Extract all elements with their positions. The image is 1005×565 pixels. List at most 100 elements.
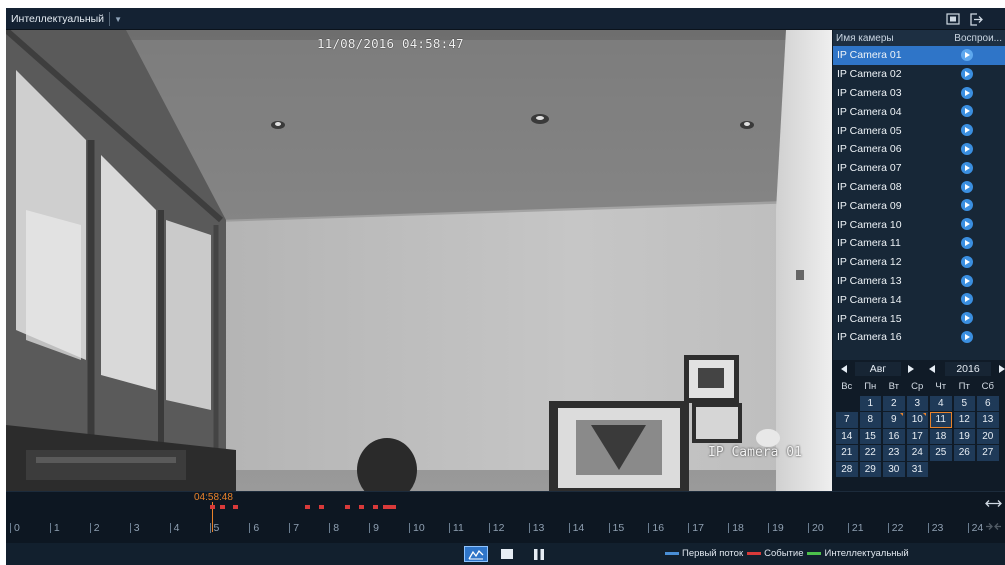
next-month-icon[interactable] [908, 365, 914, 373]
legend-swatch [807, 552, 822, 555]
play-icon[interactable] [961, 274, 973, 287]
calendar-day[interactable]: 12 [953, 412, 975, 428]
timeline-hour-label: 21 [847, 522, 864, 534]
play-icon[interactable] [961, 312, 973, 325]
prev-month-icon[interactable] [841, 365, 847, 373]
calendar-day[interactable]: 7 [836, 412, 858, 428]
calendar-day[interactable]: 26 [953, 445, 975, 461]
camera-row[interactable]: IP Camera 09 [833, 196, 1005, 215]
play-icon[interactable] [961, 236, 973, 249]
play-icon[interactable] [961, 330, 973, 343]
legend-swatch [747, 552, 762, 555]
calendar-day[interactable]: 3 [906, 395, 928, 411]
play-icon[interactable] [961, 124, 973, 137]
camera-row[interactable]: IP Camera 02 [833, 65, 1005, 84]
camera-row[interactable]: IP Camera 01 [833, 46, 1005, 65]
play-icon[interactable] [961, 105, 973, 118]
timeline-track[interactable]: 04:58:48 0 1 2 3 4 5 6 7 8 9 10 11 12 13 14 15 16 17 18 19 2… [6, 492, 983, 544]
camera-list: IP Camera 01 IP Camera 02 IP Camera 03 IP C… [833, 46, 1005, 347]
calendar-day[interactable]: 2 [883, 395, 905, 411]
column-header-camera-name: Имя камеры [836, 32, 894, 44]
camera-row[interactable]: IP Camera 08 [833, 178, 1005, 197]
camera-row[interactable]: IP Camera 16 [833, 328, 1005, 347]
camera-row[interactable]: IP Camera 03 [833, 84, 1005, 103]
calendar-day[interactable]: 22 [859, 445, 881, 461]
calendar-day[interactable]: 31 [906, 461, 928, 477]
zoom-out-icon[interactable] [985, 521, 1002, 532]
calendar-day[interactable]: 14 [836, 428, 858, 444]
play-icon[interactable] [961, 199, 973, 212]
calendar-day[interactable]: 20 [977, 428, 999, 444]
calendar-day[interactable]: 4 [930, 395, 952, 411]
calendar-day[interactable]: 6 [977, 395, 999, 411]
play-icon[interactable] [961, 67, 973, 80]
search-mode-dropdown[interactable]: Интеллектуальный ▼ [6, 8, 126, 30]
timeline-event-mark [319, 505, 325, 509]
camera-row[interactable]: IP Camera 10 [833, 215, 1005, 234]
timeline-hour-label: 12 [488, 522, 505, 534]
timeline-hour-label: 13 [528, 522, 545, 534]
play-icon[interactable] [961, 161, 973, 174]
column-header-playback: Воспрои... [954, 32, 1002, 44]
calendar-day[interactable]: 5 [953, 395, 975, 411]
camera-row[interactable]: IP Camera 07 [833, 159, 1005, 178]
play-icon[interactable] [961, 218, 973, 231]
timeline-event-mark [359, 505, 365, 509]
timeline-hour-label: 14 [568, 522, 585, 534]
camera-row[interactable]: IP Camera 11 [833, 234, 1005, 253]
weekday-label: Сб [981, 381, 994, 392]
calendar-day[interactable]: 19 [953, 428, 975, 444]
calendar-day[interactable]: 25 [930, 445, 952, 461]
play-icon[interactable] [961, 293, 973, 306]
camera-row[interactable]: IP Camera 12 [833, 253, 1005, 272]
camera-image [6, 30, 832, 491]
timeline-hour-label: 17 [688, 522, 704, 534]
calendar-day[interactable]: 13 [977, 412, 999, 428]
camera-row[interactable]: IP Camera 13 [833, 272, 1005, 291]
camera-row[interactable]: IP Camera 06 [833, 140, 1005, 159]
calendar-day[interactable]: 28 [836, 461, 858, 477]
calendar-day[interactable]: 29 [859, 461, 881, 477]
calendar: Авг 2016 Вс Пн Вт Ср Чт Пт Сб 1 2 3 4 5 6 7 8 9 10 11 12 13… [833, 360, 1005, 491]
legend-item: Интеллектуальный [807, 548, 909, 559]
timeline-graph-icon[interactable] [464, 546, 488, 562]
camera-name: IP Camera 04 [837, 105, 902, 118]
exit-icon[interactable] [968, 11, 984, 27]
next-year-icon[interactable] [999, 365, 1005, 373]
calendar-day[interactable]: 15 [859, 428, 881, 444]
camera-row[interactable]: IP Camera 04 [833, 102, 1005, 121]
calendar-day[interactable]: 10 [906, 412, 928, 428]
prev-year-icon[interactable] [929, 365, 935, 373]
calendar-day[interactable]: 24 [906, 445, 928, 461]
calendar-day[interactable]: 1 [859, 395, 881, 411]
timeline[interactable]: 04:58:48 0 1 2 3 4 5 6 7 8 9 10 11 12 13 14 15 16 17 18 19 2… [6, 491, 1005, 543]
calendar-day[interactable]: 21 [836, 445, 858, 461]
fullscreen-icon[interactable] [945, 11, 961, 27]
camera-row[interactable]: IP Camera 05 [833, 121, 1005, 140]
play-icon[interactable] [961, 49, 973, 61]
calendar-day[interactable]: 16 [883, 428, 905, 444]
video-playback-view[interactable]: 11/08/2016 04:58:47 IP Camera 01 [6, 30, 832, 491]
camera-name: IP Camera 02 [837, 68, 902, 81]
pause-icon[interactable] [527, 546, 551, 562]
stop-icon[interactable] [495, 546, 519, 562]
calendar-day[interactable]: 30 [883, 461, 905, 477]
calendar-day[interactable]: 9 [883, 412, 905, 428]
calendar-day[interactable]: 17 [906, 428, 928, 444]
calendar-day[interactable]: 27 [977, 445, 999, 461]
calendar-day[interactable]: 18 [930, 428, 952, 444]
play-icon[interactable] [961, 255, 973, 268]
camera-row[interactable]: IP Camera 15 [833, 309, 1005, 328]
zoom-in-icon[interactable] [985, 498, 1002, 509]
timeline-hour-label: 18 [728, 522, 744, 534]
play-icon[interactable] [961, 86, 973, 99]
legend-item: Первый поток [665, 548, 743, 559]
play-icon[interactable] [961, 180, 973, 193]
calendar-day[interactable]: 8 [859, 412, 881, 428]
play-icon[interactable] [961, 142, 973, 155]
chevron-down-icon[interactable]: ▼ [110, 8, 126, 30]
calendar-day[interactable]: 11 [930, 412, 952, 428]
calendar-day[interactable]: 23 [883, 445, 905, 461]
camera-name: IP Camera 11 [837, 237, 901, 250]
camera-row[interactable]: IP Camera 14 [833, 290, 1005, 309]
